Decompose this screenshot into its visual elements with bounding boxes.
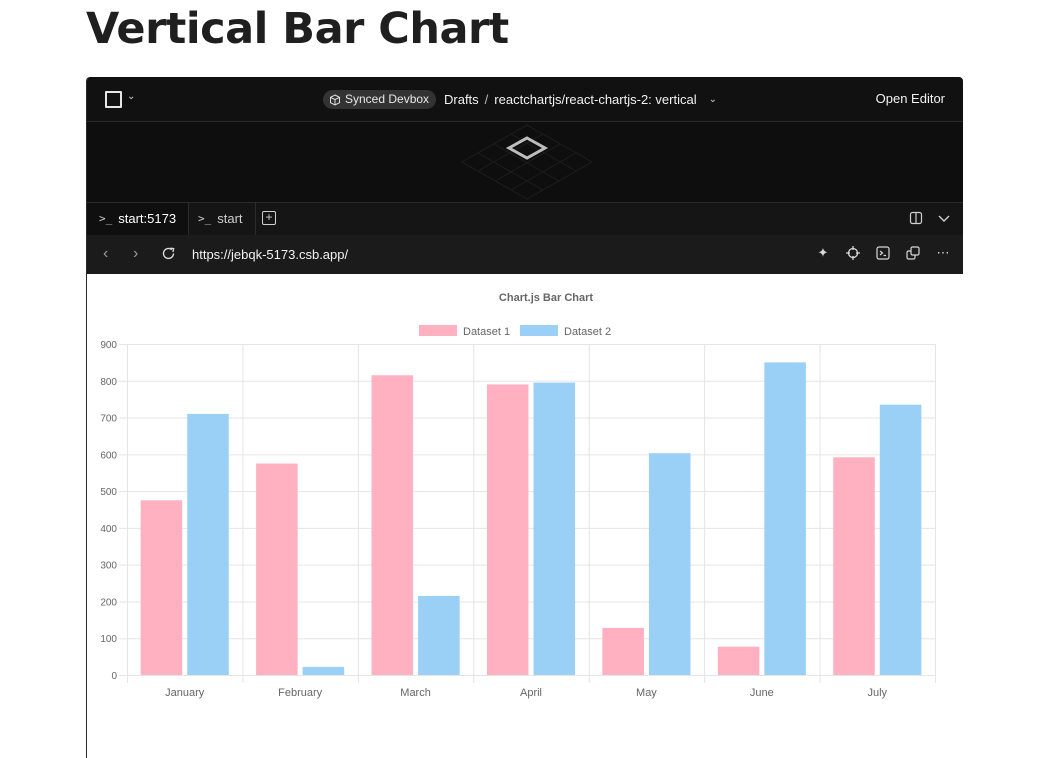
bar-february-dataset-1: [256, 463, 298, 675]
browser-actions: ✦ ⋯: [815, 244, 951, 262]
x-tick-label: May: [636, 687, 657, 699]
reload-icon[interactable]: [161, 246, 176, 261]
box-icon: [330, 93, 340, 106]
bar-july-dataset-1: [833, 457, 875, 675]
menu-square-icon[interactable]: [105, 91, 122, 108]
y-tick-label: 800: [100, 377, 117, 388]
synced-devbox-label: Synced Devbox: [345, 92, 430, 106]
y-tick-label: 200: [100, 597, 117, 608]
back-icon[interactable]: ‹: [103, 244, 108, 264]
terminal-icon: >_: [99, 212, 113, 225]
chevron-down-icon[interactable]: [937, 211, 951, 225]
tab-bar-actions: [909, 211, 951, 225]
legend-swatch-2: [520, 325, 558, 336]
sandbox-embed: ⌄ Synced Devbox Drafts / reactchartjs/re…: [86, 77, 963, 758]
legend-label-2: Dataset 2: [564, 326, 611, 338]
x-tick-label: April: [520, 687, 542, 699]
synced-devbox-badge[interactable]: Synced Devbox: [323, 90, 437, 109]
bar-june-dataset-1: [717, 646, 760, 675]
bar-april-dataset-2: [533, 382, 576, 675]
breadcrumb-drafts[interactable]: Drafts: [444, 90, 479, 109]
crosshair-icon[interactable]: [845, 244, 861, 262]
x-tick-label: July: [868, 687, 888, 699]
x-tick-label: January: [165, 687, 205, 699]
url-field[interactable]: https://jebqk-5173.csb.app/: [192, 245, 348, 264]
terminal-icon: >_: [198, 212, 212, 225]
bar-june-dataset-2: [764, 362, 806, 675]
breadcrumb-sandbox-name[interactable]: reactchartjs/react-chartjs-2: vertical: [494, 90, 696, 109]
y-tick-label: 500: [100, 487, 117, 498]
y-tick-label: 900: [100, 340, 117, 351]
console-icon[interactable]: [875, 244, 891, 262]
legend-label-1: Dataset 1: [463, 326, 510, 338]
y-tick-label: 300: [100, 561, 117, 572]
y-tick-label: 0: [111, 671, 117, 682]
bar-july-dataset-2: [879, 404, 922, 675]
tab-start[interactable]: >_ start: [186, 203, 256, 235]
y-tick-label: 700: [100, 414, 117, 425]
breadcrumb: Drafts / reactchartjs/react-chartjs-2: v…: [444, 90, 717, 109]
tab-start-5173[interactable]: >_ start:5173: [87, 203, 190, 235]
bar-chart: Chart.js Bar Chart Dataset 1 Dataset 2 0 100…: [100, 292, 936, 699]
bar-march-dataset-2: [418, 595, 460, 675]
y-tick-label: 600: [100, 450, 117, 461]
devbox-preview-banner: [87, 122, 963, 202]
forward-icon[interactable]: ›: [133, 244, 138, 264]
bar-may-dataset-2: [648, 453, 691, 675]
legend-swatch-1: [419, 325, 457, 336]
browser-toolbar: ‹ › https://jebqk-5173.csb.app/ ✦ ⋯: [87, 235, 963, 274]
bar-may-dataset-1: [602, 627, 644, 675]
embed-toolbar: ⌄ Synced Devbox Drafts / reactchartjs/re…: [87, 77, 963, 122]
breadcrumb-separator: /: [484, 92, 489, 107]
isometric-grid-icon: [460, 124, 594, 200]
chart-area: Chart.js Bar Chart Dataset 1 Dataset 2 0 100…: [87, 274, 963, 758]
chevron-down-icon[interactable]: ⌄: [709, 90, 717, 109]
popout-icon[interactable]: [905, 244, 921, 262]
sparkle-icon[interactable]: ✦: [815, 244, 831, 262]
tab-label: start:5173: [118, 211, 177, 226]
chevron-down-icon[interactable]: ⌄: [127, 91, 135, 102]
bar-april-dataset-1: [486, 384, 529, 675]
open-editor-button[interactable]: Open Editor: [876, 89, 945, 108]
bar-february-dataset-2: [302, 666, 345, 675]
y-tick-label: 400: [100, 524, 117, 535]
x-tick-label: March: [400, 687, 431, 699]
tab-label: start: [217, 211, 243, 226]
y-tick-label: 100: [100, 634, 117, 645]
chart-title: Chart.js Bar Chart: [499, 292, 593, 304]
page-title: Vertical Bar Chart: [86, 4, 509, 54]
bar-january-dataset-2: [187, 413, 229, 675]
more-icon[interactable]: ⋯: [935, 244, 951, 262]
terminal-tab-bar: >_ start:5173 >_ start +: [87, 202, 963, 235]
x-tick-label: February: [278, 687, 323, 699]
x-tick-label: June: [750, 687, 774, 699]
bar-march-dataset-1: [371, 375, 414, 675]
plus-icon[interactable]: +: [262, 211, 276, 225]
split-view-icon[interactable]: [909, 211, 923, 225]
bar-january-dataset-1: [140, 500, 183, 675]
